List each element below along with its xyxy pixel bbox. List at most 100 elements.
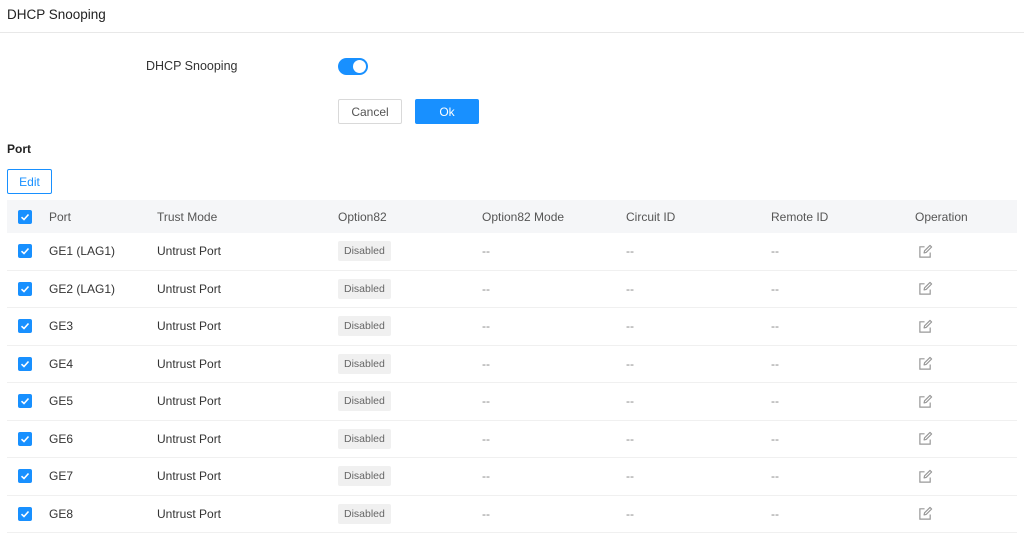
option82-status-badge: Disabled	[338, 278, 391, 299]
port-name: GE8	[49, 506, 74, 521]
table-header: Port Trust Mode Option82 Option82 Mode C…	[7, 200, 1017, 233]
table-row: GE5 Untrust Port Disabled -- -- --	[7, 383, 1017, 421]
table-row: GE6 Untrust Port Disabled -- -- --	[7, 421, 1017, 458]
check-icon	[20, 398, 30, 405]
circuit-id: --	[626, 431, 634, 446]
trust-mode: Untrust Port	[157, 431, 222, 446]
column-header-option82[interactable]: Option82	[338, 200, 387, 233]
circuit-id: --	[626, 281, 634, 296]
column-header-trust-mode[interactable]: Trust Mode	[157, 200, 217, 233]
edit-icon[interactable]	[917, 318, 933, 334]
check-icon	[20, 360, 30, 368]
row-checkbox[interactable]	[18, 394, 32, 409]
trust-mode: Untrust Port	[157, 244, 222, 259]
ok-button[interactable]: Ok	[415, 99, 479, 124]
port-section-title: Port	[7, 142, 31, 156]
select-all-checkbox[interactable]	[18, 209, 32, 224]
remote-id: --	[771, 431, 779, 446]
option82-status-badge: Disabled	[338, 391, 391, 412]
row-checkbox[interactable]	[18, 431, 32, 446]
column-header-option82-mode[interactable]: Option82 Mode	[482, 200, 564, 233]
option82-status-badge: Disabled	[338, 316, 391, 337]
edit-icon[interactable]	[917, 356, 933, 372]
column-header-port[interactable]: Port	[49, 200, 71, 233]
circuit-id: --	[626, 394, 634, 409]
option82-status-badge: Disabled	[338, 466, 391, 487]
circuit-id: --	[626, 506, 634, 521]
edit-icon[interactable]	[917, 431, 933, 447]
check-icon	[20, 435, 30, 443]
option82-mode: --	[482, 506, 490, 521]
row-checkbox[interactable]	[18, 281, 32, 296]
edit-icon[interactable]	[917, 506, 933, 522]
option82-mode: --	[482, 319, 490, 334]
option82-mode: --	[482, 244, 490, 259]
column-header-circuit-id[interactable]: Circuit ID	[626, 200, 675, 233]
trust-mode: Untrust Port	[157, 506, 222, 521]
table-row: GE2 (LAG1) Untrust Port Disabled -- -- -…	[7, 271, 1017, 308]
remote-id: --	[771, 244, 779, 259]
dhcp-snooping-label: DHCP Snooping	[146, 59, 238, 73]
check-icon	[20, 285, 30, 293]
circuit-id: --	[626, 244, 634, 259]
trust-mode: Untrust Port	[157, 469, 222, 484]
option82-mode: --	[482, 356, 490, 371]
page-title: DHCP Snooping	[7, 7, 106, 22]
check-icon	[20, 248, 30, 255]
circuit-id: --	[626, 356, 634, 371]
check-icon	[20, 213, 30, 221]
port-name: GE7	[49, 469, 74, 484]
edit-icon[interactable]	[917, 243, 933, 259]
edit-icon[interactable]	[917, 468, 933, 484]
table-row: GE8 Untrust Port Disabled -- -- --	[7, 496, 1017, 533]
remote-id: --	[771, 319, 779, 334]
option82-mode: --	[482, 281, 490, 296]
port-name: GE3	[49, 319, 74, 334]
table-row: GE4 Untrust Port Disabled -- -- --	[7, 346, 1017, 383]
check-icon	[20, 473, 30, 480]
cancel-button[interactable]: Cancel	[338, 99, 402, 124]
row-checkbox[interactable]	[18, 244, 32, 259]
remote-id: --	[771, 506, 779, 521]
option82-status-badge: Disabled	[338, 428, 391, 449]
option82-mode: --	[482, 469, 490, 484]
table-row: GE1 (LAG1) Untrust Port Disabled -- -- -…	[7, 233, 1017, 271]
page-header: DHCP Snooping	[0, 0, 1024, 33]
edit-icon[interactable]	[917, 393, 933, 409]
option82-status-badge: Disabled	[338, 503, 391, 524]
check-icon	[20, 323, 30, 330]
row-checkbox[interactable]	[18, 356, 32, 371]
toggle-knob	[353, 60, 366, 73]
port-name: GE6	[49, 431, 74, 446]
option82-status-badge: Disabled	[338, 241, 391, 262]
dhcp-snooping-toggle[interactable]	[338, 58, 368, 75]
option82-status-badge: Disabled	[338, 353, 391, 374]
trust-mode: Untrust Port	[157, 394, 222, 409]
option82-mode: --	[482, 431, 490, 446]
edit-button[interactable]: Edit	[7, 169, 52, 194]
row-checkbox[interactable]	[18, 319, 32, 334]
table-row: GE3 Untrust Port Disabled -- -- --	[7, 308, 1017, 346]
trust-mode: Untrust Port	[157, 281, 222, 296]
column-header-operation: Operation	[915, 209, 968, 224]
trust-mode: Untrust Port	[157, 356, 222, 371]
row-checkbox[interactable]	[18, 506, 32, 521]
remote-id: --	[771, 394, 779, 409]
circuit-id: --	[626, 319, 634, 334]
port-name: GE2 (LAG1)	[49, 281, 116, 296]
port-name: GE1 (LAG1)	[49, 244, 116, 259]
edit-icon[interactable]	[917, 281, 933, 297]
remote-id: --	[771, 469, 779, 484]
circuit-id: --	[626, 469, 634, 484]
trust-mode: Untrust Port	[157, 319, 222, 334]
remote-id: --	[771, 356, 779, 371]
option82-mode: --	[482, 394, 490, 409]
port-name: GE5	[49, 394, 74, 409]
port-name: GE4	[49, 356, 74, 371]
row-checkbox[interactable]	[18, 469, 32, 484]
table-body: GE1 (LAG1) Untrust Port Disabled -- -- -…	[7, 233, 1017, 533]
column-header-remote-id[interactable]: Remote ID	[771, 200, 828, 233]
port-table: Port Trust Mode Option82 Option82 Mode C…	[7, 200, 1017, 533]
remote-id: --	[771, 281, 779, 296]
table-row: GE7 Untrust Port Disabled -- -- --	[7, 458, 1017, 496]
